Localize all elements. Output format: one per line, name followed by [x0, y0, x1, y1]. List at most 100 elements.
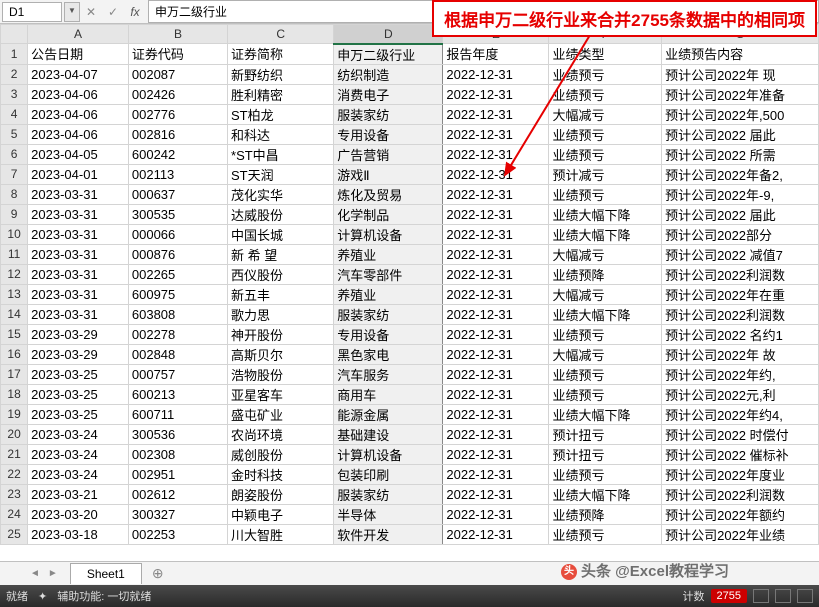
cell[interactable]: 新五丰 — [228, 284, 334, 304]
cell[interactable]: 业绩预亏 — [549, 84, 662, 104]
add-sheet-icon[interactable]: ⊕ — [152, 565, 164, 582]
cell[interactable]: 业绩预告内容 — [662, 44, 819, 65]
cell[interactable]: 预计公司2022年约, — [662, 364, 819, 384]
cell[interactable]: 000876 — [128, 244, 227, 264]
row-header[interactable]: 5 — [1, 124, 28, 144]
cell[interactable]: 2023-03-29 — [28, 324, 129, 344]
cell[interactable]: 业绩大幅下降 — [549, 404, 662, 424]
cell[interactable]: 000637 — [128, 184, 227, 204]
cell[interactable]: 2023-03-31 — [28, 284, 129, 304]
cell[interactable]: 2022-12-31 — [443, 524, 549, 544]
row-header[interactable]: 14 — [1, 304, 28, 324]
cell[interactable]: 游戏Ⅱ — [334, 164, 443, 184]
row-header[interactable]: 23 — [1, 484, 28, 504]
row-header[interactable]: 21 — [1, 444, 28, 464]
cell[interactable]: 002087 — [128, 64, 227, 84]
cancel-icon[interactable]: ✕ — [80, 5, 102, 19]
cell[interactable]: 养殖业 — [334, 284, 443, 304]
cell[interactable]: 2023-04-07 — [28, 64, 129, 84]
cell[interactable]: 2022-12-31 — [443, 204, 549, 224]
cell[interactable]: 2023-03-25 — [28, 404, 129, 424]
cell[interactable]: 2023-03-18 — [28, 524, 129, 544]
cell[interactable]: 2023-04-06 — [28, 104, 129, 124]
cell[interactable]: 业绩预亏 — [549, 184, 662, 204]
cell[interactable]: 2023-04-05 — [28, 144, 129, 164]
cell[interactable]: 商用车 — [334, 384, 443, 404]
col-header-C[interactable]: C — [228, 25, 334, 44]
cell[interactable]: 300535 — [128, 204, 227, 224]
row-header[interactable]: 4 — [1, 104, 28, 124]
cell[interactable]: 2023-04-06 — [28, 124, 129, 144]
row-header[interactable]: 18 — [1, 384, 28, 404]
cell[interactable]: 威创股份 — [228, 444, 334, 464]
cell[interactable]: 证券代码 — [128, 44, 227, 65]
cell[interactable]: 2023-03-24 — [28, 464, 129, 484]
cell[interactable]: 预计扭亏 — [549, 424, 662, 444]
cell[interactable]: ST天润 — [228, 164, 334, 184]
cell[interactable]: 2023-03-29 — [28, 344, 129, 364]
cell[interactable]: 服装家纺 — [334, 104, 443, 124]
cell[interactable]: 2022-12-31 — [443, 144, 549, 164]
cell[interactable]: 业绩大幅下降 — [549, 204, 662, 224]
sheet-tab[interactable]: Sheet1 — [70, 563, 142, 584]
cell[interactable]: 预计公司2022元,利 — [662, 384, 819, 404]
cell[interactable]: 汽车零部件 — [334, 264, 443, 284]
row-header[interactable]: 16 — [1, 344, 28, 364]
cell[interactable]: 2023-03-31 — [28, 224, 129, 244]
cell[interactable]: 预计扭亏 — [549, 444, 662, 464]
cell[interactable]: 新 希 望 — [228, 244, 334, 264]
cell[interactable]: 603808 — [128, 304, 227, 324]
row-header[interactable]: 1 — [1, 44, 28, 65]
cell[interactable]: 2022-12-31 — [443, 504, 549, 524]
cell[interactable]: 业绩预亏 — [549, 384, 662, 404]
row-header[interactable]: 19 — [1, 404, 28, 424]
cell[interactable]: 2022-12-31 — [443, 224, 549, 244]
cell[interactable]: 广告营销 — [334, 144, 443, 164]
spreadsheet-grid[interactable]: ABCDEFG 1公告日期证券代码证券简称申万二级行业报告年度业绩类型业绩预告内… — [0, 24, 819, 545]
cell[interactable]: 2022-12-31 — [443, 264, 549, 284]
cell[interactable]: 朗姿股份 — [228, 484, 334, 504]
cell[interactable]: 2022-12-31 — [443, 384, 549, 404]
cell[interactable]: 2022-12-31 — [443, 324, 549, 344]
cell[interactable]: 业绩预降 — [549, 504, 662, 524]
cell[interactable]: 2022-12-31 — [443, 84, 549, 104]
cell[interactable]: 2023-03-31 — [28, 264, 129, 284]
cell[interactable]: 养殖业 — [334, 244, 443, 264]
cell[interactable]: 2023-04-06 — [28, 84, 129, 104]
cell[interactable]: 预计公司2022 时偿付 — [662, 424, 819, 444]
cell[interactable]: 能源金属 — [334, 404, 443, 424]
cell[interactable]: 预计公司2022部分 — [662, 224, 819, 244]
cell[interactable]: 600711 — [128, 404, 227, 424]
cell[interactable]: 专用设备 — [334, 124, 443, 144]
cell[interactable]: 计算机设备 — [334, 444, 443, 464]
cell[interactable]: 纺织制造 — [334, 64, 443, 84]
col-header-A[interactable]: A — [28, 25, 129, 44]
cell[interactable]: 业绩类型 — [549, 44, 662, 65]
cell[interactable]: 预计公司2022年准备 — [662, 84, 819, 104]
cell[interactable]: 消费电子 — [334, 84, 443, 104]
cell[interactable]: 2022-12-31 — [443, 304, 549, 324]
cell[interactable]: 胜利精密 — [228, 84, 334, 104]
cell[interactable]: 预计减亏 — [549, 164, 662, 184]
cell[interactable]: 金时科技 — [228, 464, 334, 484]
cell[interactable]: 服装家纺 — [334, 304, 443, 324]
tab-nav-next-icon[interactable]: ► — [48, 568, 58, 579]
cell[interactable]: 计算机设备 — [334, 224, 443, 244]
row-header[interactable]: 2 — [1, 64, 28, 84]
name-box[interactable]: D1 — [2, 2, 62, 22]
cell[interactable]: 中国长城 — [228, 224, 334, 244]
cell[interactable]: 2023-03-24 — [28, 444, 129, 464]
view-normal-icon[interactable] — [753, 589, 769, 603]
cell[interactable]: 中颖电子 — [228, 504, 334, 524]
fx-icon[interactable]: fx — [124, 5, 146, 19]
cell[interactable]: 申万二级行业 — [334, 44, 443, 65]
cell[interactable]: 神开股份 — [228, 324, 334, 344]
cell[interactable]: 达威股份 — [228, 204, 334, 224]
row-header[interactable]: 10 — [1, 224, 28, 244]
cell[interactable]: 600975 — [128, 284, 227, 304]
row-header[interactable]: 20 — [1, 424, 28, 444]
cell[interactable]: 基础建设 — [334, 424, 443, 444]
cell[interactable]: 预计公司2022年业绩 — [662, 524, 819, 544]
cell[interactable]: 2023-03-21 — [28, 484, 129, 504]
cell[interactable]: 业绩大幅下降 — [549, 304, 662, 324]
